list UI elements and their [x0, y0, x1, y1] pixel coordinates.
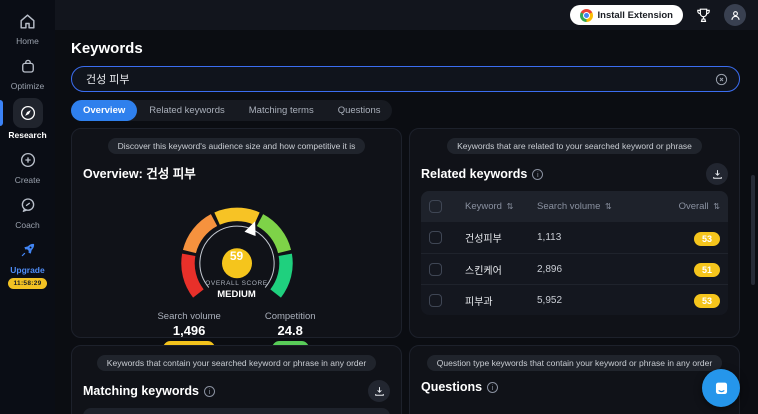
matching-card-title: Matching keywords [83, 384, 199, 398]
sidebar-item-label: Upgrade [10, 265, 44, 275]
row-search-volume: 1,113 [537, 232, 662, 243]
tab-related-keywords[interactable]: Related keywords [137, 100, 237, 121]
sidebar-item-coach[interactable]: Coach [0, 192, 55, 230]
overall-score-gauge: 59 OVERALL SCORE MEDIUM [158, 188, 316, 307]
gauge-level: MEDIUM [158, 289, 316, 300]
sort-icon: ⇅ [605, 202, 612, 211]
rocket-icon [15, 237, 41, 263]
search-volume-value: 1,496 [157, 323, 220, 338]
chrome-icon [580, 9, 593, 22]
column-search-volume[interactable]: Search volume ⇅ [537, 201, 662, 212]
overall-score-badge: 53 [694, 232, 720, 246]
sidebar-item-label: Optimize [11, 81, 45, 91]
related-hint: Keywords that are related to your search… [447, 138, 702, 154]
row-search-volume: 2,896 [537, 264, 662, 275]
sidebar-item-optimize[interactable]: Optimize [0, 53, 55, 91]
sidebar-item-create[interactable]: Create [0, 147, 55, 185]
matching-keywords-table: Keyword ⇅ Search volume ⌄ Overall ⇅ [83, 408, 390, 414]
row-checkbox[interactable] [429, 294, 442, 307]
matching-hint: Keywords that contain your searched keyw… [97, 355, 376, 371]
select-all-checkbox[interactable] [429, 200, 442, 213]
active-indicator [0, 100, 3, 126]
info-icon[interactable] [204, 386, 215, 397]
table-header: Keyword ⇅ Search volume ⌄ Overall ⇅ [83, 408, 390, 414]
trophy-icon[interactable] [694, 6, 713, 25]
row-checkbox[interactable] [429, 263, 442, 276]
sidebar-item-upgrade[interactable]: Upgrade 11:58:29 [0, 237, 55, 289]
gauge-caption: OVERALL SCORE [158, 280, 316, 287]
overview-card: Discover this keyword's audience size an… [71, 128, 402, 338]
sidebar-item-label: Research [8, 130, 46, 140]
overview-hint: Discover this keyword's audience size an… [108, 138, 366, 154]
keyword-search-box [71, 66, 740, 92]
app-window: Home Optimize Research Create [0, 0, 758, 414]
content-area: Keywords Overview Related keywords Match… [55, 30, 758, 414]
matching-keywords-card: Keywords that contain your searched keyw… [71, 345, 402, 414]
questions-hint: Question type keywords that contain your… [427, 355, 722, 371]
competition-label: Competition [265, 311, 316, 322]
home-icon [15, 8, 41, 34]
row-checkbox[interactable] [429, 231, 442, 244]
sidebar-item-home[interactable]: Home [0, 8, 55, 46]
related-card-title: Related keywords [421, 167, 527, 181]
topbar: Install Extension [55, 0, 758, 30]
overview-card-title: Overview: 건성 피부 [83, 163, 196, 182]
vertical-scrollbar[interactable] [751, 175, 755, 285]
chat-messenger-button[interactable] [702, 369, 740, 407]
keyword-search-input[interactable] [86, 73, 714, 85]
sidebar-item-label: Coach [15, 220, 40, 230]
messenger-icon [712, 379, 731, 398]
competition-value: 24.8 [265, 323, 316, 338]
search-volume-label: Search volume [157, 311, 220, 322]
info-icon[interactable] [487, 382, 498, 393]
download-icon[interactable] [706, 163, 728, 185]
install-extension-button[interactable]: Install Extension [570, 5, 684, 25]
sidebar: Home Optimize Research Create [0, 0, 55, 414]
tab-questions[interactable]: Questions [326, 100, 393, 121]
table-header: Keyword ⇅ Search volume ⇅ Overall ⇅ [421, 191, 728, 222]
clear-search-icon[interactable] [714, 72, 729, 87]
gauge-score: 59 [158, 249, 316, 263]
questions-card-title: Questions [421, 380, 482, 394]
table-row[interactable]: 스킨케어 2,896 51 [421, 253, 728, 284]
sidebar-item-research[interactable]: Research [0, 98, 55, 140]
profile-avatar[interactable] [724, 4, 746, 26]
column-keyword[interactable]: Keyword ⇅ [465, 201, 537, 212]
overall-score-badge: 51 [694, 263, 720, 277]
upgrade-countdown-badge[interactable]: 11:58:29 [8, 278, 46, 289]
row-keyword: 피부과 [465, 293, 537, 308]
row-keyword: 건성피부 [465, 230, 537, 245]
bag-icon [15, 53, 41, 79]
page-title: Keywords [71, 40, 740, 57]
sidebar-item-label: Create [15, 175, 41, 185]
install-extension-label: Install Extension [598, 10, 674, 21]
row-keyword: 스킨케어 [465, 262, 537, 277]
result-tabs: Overview Related keywords Matching terms… [71, 100, 392, 121]
questions-card: Question type keywords that contain your… [409, 345, 740, 414]
tab-overview[interactable]: Overview [71, 100, 137, 121]
plus-circle-icon [15, 147, 41, 173]
table-row[interactable]: 피부과 5,952 53 [421, 284, 728, 315]
sidebar-item-label: Home [16, 36, 39, 46]
row-search-volume: 5,952 [537, 295, 662, 306]
sort-icon: ⇅ [713, 202, 720, 211]
related-keywords-card: Keywords that are related to your search… [409, 128, 740, 338]
info-icon[interactable] [532, 169, 543, 180]
compass-icon [15, 100, 41, 126]
column-overall[interactable]: Overall ⇅ [662, 201, 720, 212]
download-icon[interactable] [368, 380, 390, 402]
table-row[interactable]: 건성피부 1,113 53 [421, 222, 728, 253]
related-keywords-table: Keyword ⇅ Search volume ⇅ Overall ⇅ 건성피부… [421, 191, 728, 315]
sort-icon: ⇅ [507, 202, 514, 211]
tab-matching-terms[interactable]: Matching terms [237, 100, 326, 121]
chat-bubble-icon [15, 192, 41, 218]
overall-score-badge: 53 [694, 294, 720, 308]
